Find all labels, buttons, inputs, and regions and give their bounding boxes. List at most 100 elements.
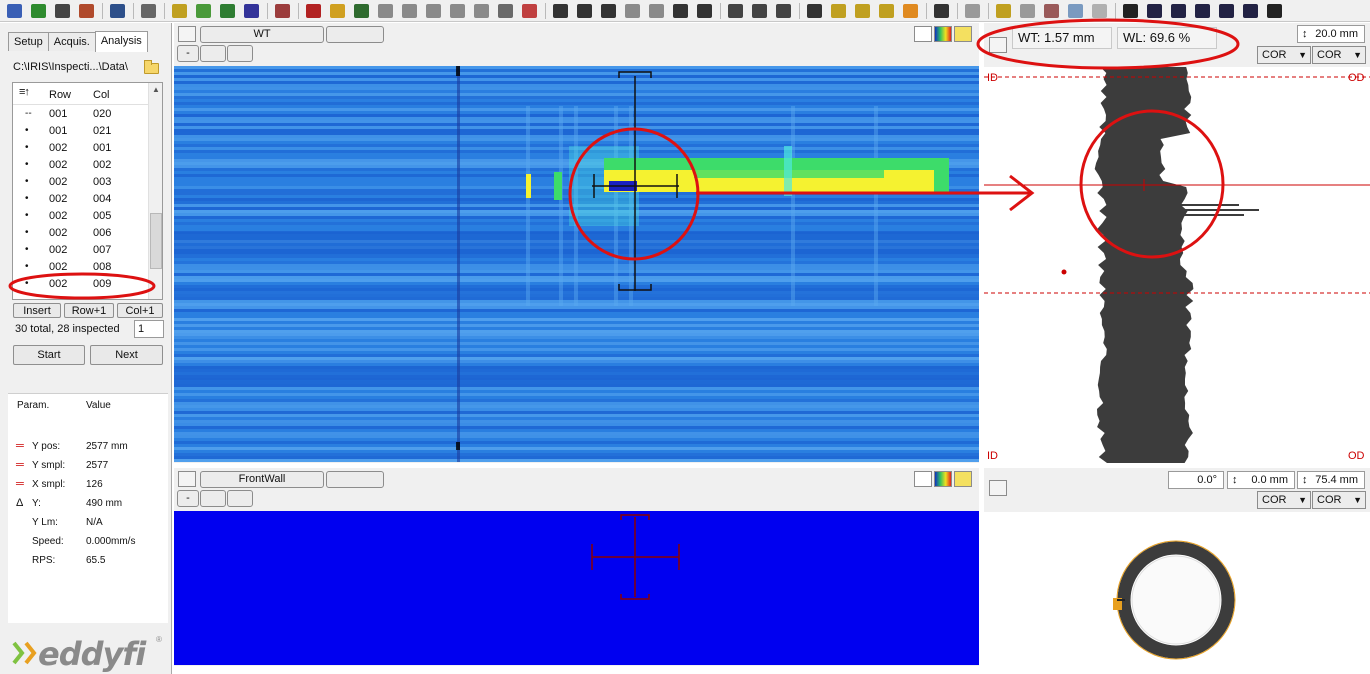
list-item[interactable]: • 002 006 <box>13 225 148 242</box>
toolbar-button[interactable] <box>193 2 213 20</box>
list-item[interactable]: • 002 004 <box>13 191 148 208</box>
frontwall-channel-button-2[interactable] <box>326 471 384 488</box>
toolbar-button[interactable] <box>1240 2 1260 20</box>
frontwall-minus-button[interactable]: - <box>177 490 199 507</box>
offset-field[interactable]: ↕ 0.0 mm <box>1227 471 1295 489</box>
panel-menu-icon[interactable] <box>178 26 196 42</box>
toolbar-button[interactable] <box>1089 2 1109 20</box>
toolbar-button[interactable] <box>900 2 920 20</box>
column-header-col[interactable]: Col <box>93 89 110 101</box>
folder-icon[interactable] <box>144 60 159 74</box>
profile-plot[interactable]: ID OD ID OD <box>984 67 1370 463</box>
start-button[interactable]: Start <box>13 345 85 365</box>
toolbar-button[interactable] <box>876 2 896 20</box>
toolbar-button[interactable] <box>375 2 395 20</box>
toolbar-button[interactable] <box>1065 2 1085 20</box>
toolbar-button[interactable] <box>993 2 1013 20</box>
toolbar-button[interactable] <box>622 2 642 20</box>
toolbar-button[interactable] <box>550 2 570 20</box>
tab-setup[interactable]: Setup <box>8 32 49 51</box>
insert-button[interactable]: Insert <box>13 303 61 318</box>
toolbar-button[interactable] <box>399 2 419 20</box>
frontwall-blank-button-1[interactable] <box>200 490 226 507</box>
col-plus-button[interactable]: Col+1 <box>117 303 163 318</box>
toolbar-button[interactable] <box>52 2 72 20</box>
size-field[interactable]: ↕ 75.4 mm <box>1297 471 1365 489</box>
arrow-right-icon[interactable] <box>954 26 972 42</box>
toolbar-button[interactable] <box>574 2 594 20</box>
step-input[interactable]: 1 <box>134 320 164 338</box>
toolbar-button[interactable] <box>1192 2 1212 20</box>
toolbar-button[interactable] <box>804 2 824 20</box>
scroll-up-icon[interactable]: ▲ <box>152 85 160 94</box>
toolbar-button[interactable] <box>217 2 237 20</box>
profile-menu-icon[interactable] <box>989 37 1007 53</box>
list-item[interactable]: • 002 005 <box>13 208 148 225</box>
tab-acquisition[interactable]: Acquis. <box>47 32 96 51</box>
toolbar-button[interactable] <box>598 2 618 20</box>
toolbar-button[interactable] <box>272 2 292 20</box>
toolbar-button[interactable] <box>1168 2 1188 20</box>
list-item[interactable]: • 001 021 <box>13 123 148 140</box>
palette-icon[interactable] <box>934 26 952 42</box>
wt-blank-button-1[interactable] <box>200 45 226 62</box>
toolbar-button[interactable] <box>1017 2 1037 20</box>
toolbar-button[interactable] <box>303 2 323 20</box>
toolbar-button[interactable] <box>1264 2 1284 20</box>
column-header-row[interactable]: Row <box>49 89 71 101</box>
toolbar-button[interactable] <box>1041 2 1061 20</box>
wt-blank-button-2[interactable] <box>227 45 253 62</box>
sort-icon[interactable]: ≡↑ <box>19 86 30 98</box>
list-item[interactable]: • 002 009 <box>13 276 148 293</box>
polar-menu-icon[interactable] <box>989 480 1007 496</box>
frontwall-palette-icon[interactable] <box>934 471 952 487</box>
toolbar-button[interactable] <box>670 2 690 20</box>
toolbar-button[interactable] <box>423 2 443 20</box>
toolbar-button[interactable] <box>694 2 714 20</box>
toolbar-button[interactable] <box>773 2 793 20</box>
toolbar-button[interactable] <box>76 2 96 20</box>
toolbar-button[interactable] <box>1216 2 1236 20</box>
polar-select-2[interactable]: COR ▼ <box>1312 491 1366 509</box>
toolbar-button[interactable] <box>447 2 467 20</box>
row-plus-button[interactable]: Row+1 <box>64 303 114 318</box>
wt-channel-button-2[interactable] <box>326 26 384 43</box>
toolbar-button[interactable] <box>241 2 261 20</box>
toolbar-button[interactable] <box>4 2 24 20</box>
list-item[interactable]: • 002 002 <box>13 157 148 174</box>
toolbar-button[interactable] <box>351 2 371 20</box>
toolbar-button[interactable] <box>138 2 158 20</box>
frontwall-arrow-icon[interactable] <box>954 471 972 487</box>
list-item[interactable]: -- 001 020 <box>13 106 148 123</box>
list-item[interactable]: • 002 003 <box>13 174 148 191</box>
range-field[interactable]: ↕ 20.0 mm <box>1297 25 1365 43</box>
toolbar-button[interactable] <box>725 2 745 20</box>
next-button[interactable]: Next <box>90 345 163 365</box>
frontwall-channel-button[interactable]: FrontWall <box>200 471 324 488</box>
toolbar-button[interactable] <box>749 2 769 20</box>
list-item[interactable]: • 002 007 <box>13 242 148 259</box>
fit-icon[interactable] <box>914 26 932 42</box>
toolbar-button[interactable] <box>1120 2 1140 20</box>
wt-minus-button[interactable]: - <box>177 45 199 62</box>
list-item[interactable]: • 002 001 <box>13 140 148 157</box>
angle-field[interactable]: 0.0° <box>1168 471 1224 489</box>
polar-select-1[interactable]: COR ▼ <box>1257 491 1311 509</box>
frontwall-fit-icon[interactable] <box>914 471 932 487</box>
wt-channel-button[interactable]: WT <box>200 26 324 43</box>
toolbar-button[interactable] <box>107 2 127 20</box>
wt-cscan-image[interactable] <box>174 66 979 462</box>
toolbar-button[interactable] <box>852 2 872 20</box>
frontwall-blank-button-2[interactable] <box>227 490 253 507</box>
profile-select-1[interactable]: COR ▼ <box>1257 46 1311 64</box>
scroll-thumb[interactable] <box>150 213 162 269</box>
toolbar-button[interactable] <box>471 2 491 20</box>
toolbar-button[interactable] <box>169 2 189 20</box>
frontwall-menu-icon[interactable] <box>178 471 196 487</box>
toolbar-button[interactable] <box>495 2 515 20</box>
frontwall-image[interactable] <box>174 511 979 665</box>
toolbar-button[interactable] <box>327 2 347 20</box>
toolbar-button[interactable] <box>1144 2 1164 20</box>
toolbar-button[interactable] <box>519 2 539 20</box>
toolbar-button[interactable] <box>646 2 666 20</box>
